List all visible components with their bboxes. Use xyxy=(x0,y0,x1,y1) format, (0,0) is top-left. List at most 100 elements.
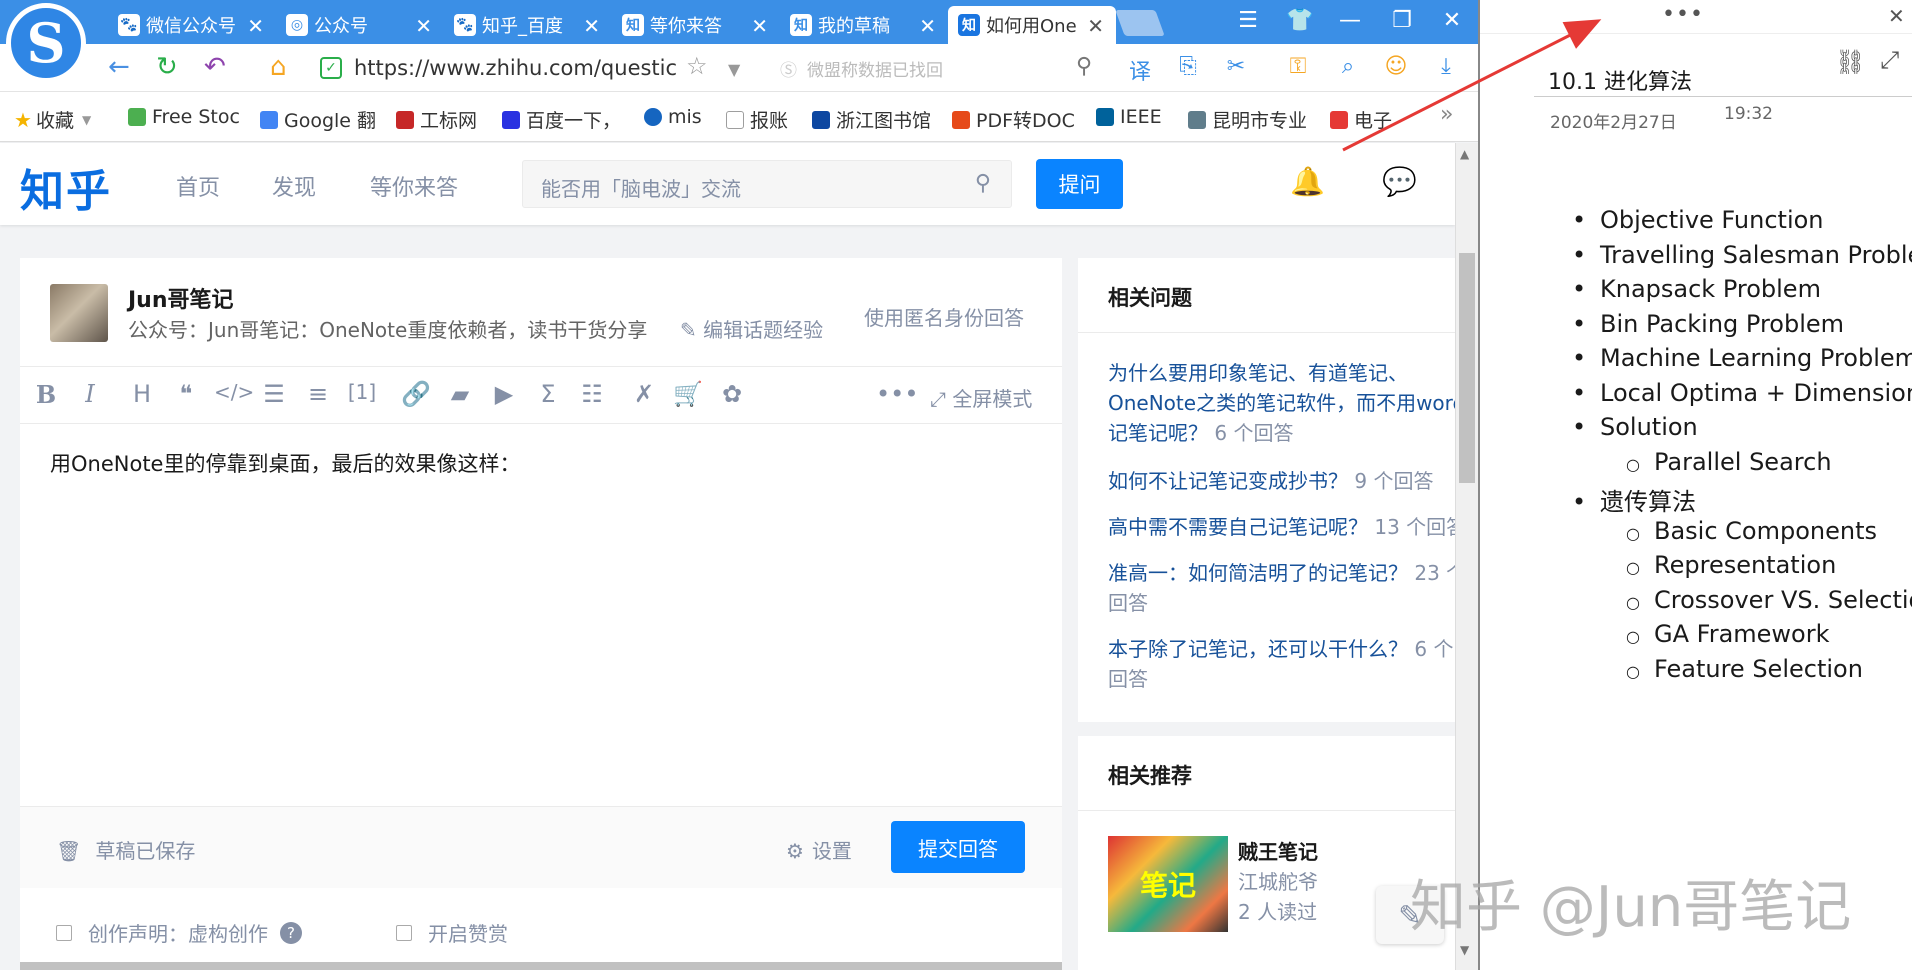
avatar[interactable] xyxy=(50,284,108,342)
key-icon[interactable]: ⚿ xyxy=(1284,54,1312,82)
star-icon[interactable]: ☆ xyxy=(686,52,708,80)
outline-subitem[interactable]: ○ Basic Components xyxy=(1626,517,1877,545)
outline-subitem[interactable]: ○ Representation xyxy=(1626,551,1836,579)
image-icon[interactable]: ▰ xyxy=(444,380,476,408)
code-icon[interactable]: </> xyxy=(214,380,254,404)
outline-item[interactable]: • Solution xyxy=(1572,413,1698,441)
crab-icon[interactable]: ✿ xyxy=(716,380,748,408)
outline-item[interactable]: • Objective Function xyxy=(1572,206,1824,234)
search-icon[interactable]: ⚲ xyxy=(1070,54,1098,82)
close-icon[interactable]: ✕ xyxy=(583,14,600,38)
close-icon[interactable]: ✕ xyxy=(247,14,264,38)
clear-format-icon[interactable]: ✗ xyxy=(628,380,660,408)
formula-icon[interactable]: Σ xyxy=(532,380,564,408)
related-question[interactable]: 高中需不需要自己记笔记呢？ 13 个回答 xyxy=(1108,512,1468,542)
vertical-scrollbar[interactable]: ▲ ▼ xyxy=(1455,143,1478,970)
anonymous-answer-link[interactable]: 使用匿名身份回答 xyxy=(864,302,1024,331)
close-icon[interactable]: ✕ xyxy=(1888,4,1905,28)
outline-subitem[interactable]: ○ Parallel Search xyxy=(1626,448,1832,476)
related-question[interactable]: 为什么要用印象笔记、有道笔记、OneNote之类的笔记软件，而不用word记笔记… xyxy=(1108,358,1468,448)
video-icon[interactable]: ▶ xyxy=(488,380,520,408)
bell-icon[interactable]: 🔔 xyxy=(1290,165,1325,198)
close-icon[interactable]: ✕ xyxy=(751,14,768,38)
nav-home[interactable]: 首页 xyxy=(176,170,220,202)
book-cover[interactable]: 笔记 xyxy=(1108,836,1228,932)
ask-button[interactable]: 提问 xyxy=(1036,159,1123,209)
reference-icon[interactable]: [1] xyxy=(346,380,378,404)
more-options-icon[interactable]: ••• xyxy=(876,380,918,408)
undo-icon[interactable]: ↶ xyxy=(204,52,226,82)
scroll-down-icon[interactable]: ▼ xyxy=(1460,943,1469,957)
submit-answer-button[interactable]: 提交回答 xyxy=(891,821,1025,873)
outline-item[interactable]: • Knapsack Problem xyxy=(1572,275,1821,303)
close-icon[interactable]: ✕ xyxy=(415,14,432,38)
bookmark-free-stock[interactable]: Free Stoc xyxy=(128,106,240,128)
link-icon[interactable]: 🔗 xyxy=(400,380,432,408)
menu-icon[interactable]: ☰ xyxy=(1228,8,1268,33)
tab-my-drafts[interactable]: 知我的草稿 ✕ xyxy=(780,6,948,44)
outline-subitem[interactable]: ○ Feature Selection xyxy=(1626,655,1863,683)
outline-subitem[interactable]: ○ GA Framework xyxy=(1626,620,1830,648)
related-question[interactable]: 如何不让记笔记变成抄书？ 9 个回答 xyxy=(1108,466,1468,496)
reward-checkbox[interactable]: 开启赞赏 xyxy=(396,918,508,947)
help-icon[interactable]: ? xyxy=(280,921,302,944)
italic-icon[interactable]: I xyxy=(74,380,106,408)
close-window-icon[interactable]: ✕ xyxy=(1432,8,1472,33)
outline-item[interactable]: • 遗传算法 xyxy=(1572,482,1696,517)
tab-zhihu-baidu[interactable]: 🐾 知乎_百度 ✕ xyxy=(444,6,612,44)
bookmark-mis[interactable]: mis xyxy=(644,106,702,128)
related-question[interactable]: 准高一：如何简洁明了的记笔记？ 23 个回答 xyxy=(1108,558,1468,618)
outline-item[interactable]: • Local Optima + Dimensionality xyxy=(1572,379,1912,407)
close-icon[interactable]: ✕ xyxy=(1087,14,1104,38)
related-question[interactable]: 本子除了记笔记，还可以干什么？ 6 个回答 xyxy=(1108,634,1468,694)
skin-icon[interactable]: 👕 xyxy=(1280,8,1320,33)
translate-icon[interactable]: 译 xyxy=(1126,54,1154,85)
chevron-down-icon[interactable]: ▼ xyxy=(728,60,740,79)
tab-wechat[interactable]: 🐾 微信公众号 ✕ xyxy=(108,6,276,44)
fullscreen-button[interactable]: ⤢ 全屏模式 xyxy=(930,383,1032,412)
url-field[interactable]: ✓ https://www.zhihu.com/questic xyxy=(320,50,720,86)
link-page-icon[interactable]: ⛓ xyxy=(1835,48,1865,76)
zoom-icon[interactable]: ⌕ xyxy=(1334,54,1362,82)
search-icon[interactable]: ⚲ xyxy=(975,171,991,196)
bullet-list-icon[interactable]: ≡ xyxy=(302,380,334,408)
nav-waiting-answer[interactable]: 等你来答 xyxy=(370,170,458,202)
book-title[interactable]: 贼王笔记 xyxy=(1238,836,1318,865)
zhihu-search-input[interactable]: 能否用「脑电波」交流 ⚲ xyxy=(522,160,1012,208)
bookmark-google-translate[interactable]: Google 翻 xyxy=(260,106,376,133)
scissors-icon[interactable]: ✂ xyxy=(1222,54,1250,82)
tab-gongzhonghao[interactable]: ◎ 公众号 ✕ xyxy=(276,6,444,44)
chat-bubble-icon[interactable]: ☺ xyxy=(1382,54,1410,82)
more-icon[interactable]: ••• xyxy=(1662,2,1704,27)
new-tab-button[interactable] xyxy=(1115,10,1165,36)
bookmark-dianzi[interactable]: 电子 xyxy=(1330,106,1392,133)
message-icon[interactable]: 💬 xyxy=(1382,165,1417,198)
declaration-checkbox[interactable]: 创作声明：虚构创作? xyxy=(56,918,302,947)
quote-icon[interactable]: ❝ xyxy=(170,380,202,408)
reload-icon[interactable]: ↻ xyxy=(156,52,178,82)
user-name[interactable]: Jun哥笔记 xyxy=(128,282,234,314)
nav-discover[interactable]: 发现 xyxy=(272,170,316,202)
minimize-icon[interactable]: — xyxy=(1330,8,1370,33)
bookmark-kunming[interactable]: 昆明市专业 xyxy=(1188,106,1307,133)
outline-subitem[interactable]: ○ Crossover VS. Selection xyxy=(1626,586,1912,614)
checkbox[interactable] xyxy=(396,924,412,941)
bookmark-pdf2doc[interactable]: PDF转DOC xyxy=(952,106,1075,133)
scroll-up-icon[interactable]: ▲ xyxy=(1460,147,1469,161)
divider-icon[interactable]: ☷ xyxy=(576,380,608,408)
edit-topic-experience-link[interactable]: ✎ 编辑话题经验 xyxy=(680,314,823,343)
home-icon[interactable]: ⌂ xyxy=(270,52,287,82)
cart-icon[interactable]: 🛒 xyxy=(672,380,704,408)
bookmark-baozhang[interactable]: 报账 xyxy=(726,106,788,133)
bookmark-gongbiao[interactable]: 工标网 xyxy=(396,106,477,133)
bookmark-zhejiang-library[interactable]: 浙江图书馆 xyxy=(812,106,931,133)
close-icon[interactable]: ✕ xyxy=(919,14,936,38)
outline-item[interactable]: • Travelling Salesman Problem xyxy=(1572,241,1912,269)
scrollbar-thumb[interactable] xyxy=(1459,253,1475,483)
more-bookmarks-icon[interactable]: » xyxy=(1440,102,1453,127)
outline-item[interactable]: • Machine Learning Problems xyxy=(1572,344,1912,372)
back-arrow-icon[interactable]: ← xyxy=(108,52,130,82)
bookmark-ieee[interactable]: IEEE xyxy=(1096,106,1162,128)
checkbox[interactable] xyxy=(56,924,72,941)
trash-icon[interactable]: 🗑 xyxy=(56,839,81,863)
